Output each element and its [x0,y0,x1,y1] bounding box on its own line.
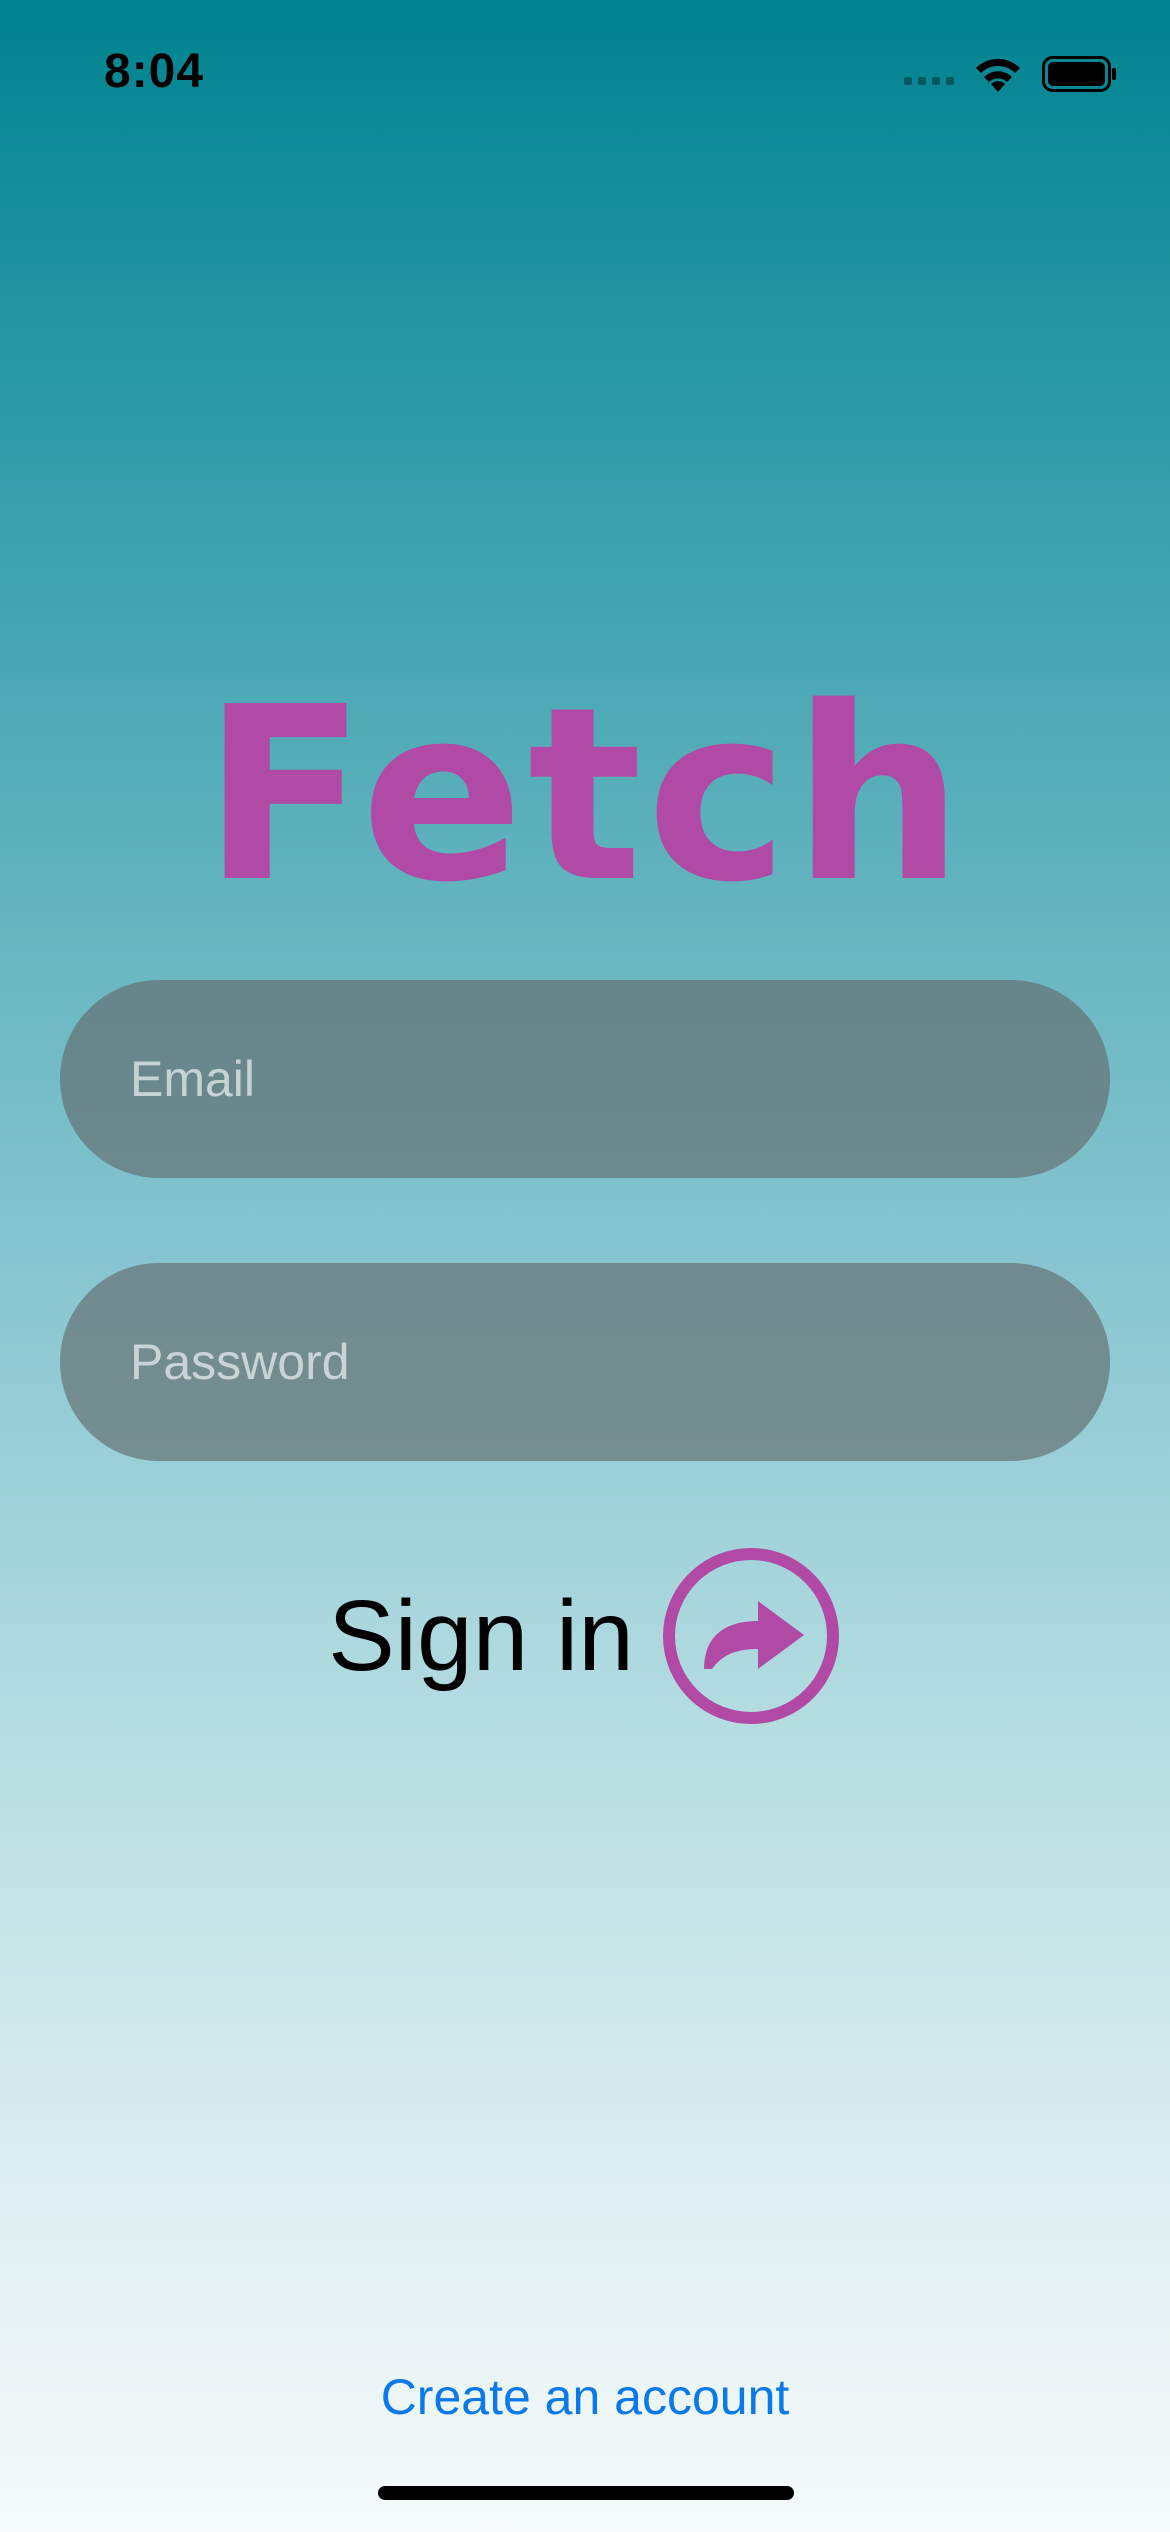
password-input[interactable] [130,1333,1110,1391]
app-title: Fetch [202,655,968,935]
status-icons [904,52,1118,96]
password-field-container[interactable] [60,1263,1110,1461]
status-bar: 8:04 [0,0,1170,150]
wifi-icon [976,58,1020,92]
email-field-container[interactable] [60,980,1110,1178]
arrow-forward-circle-icon[interactable] [660,1545,842,1727]
email-input[interactable] [130,1050,1110,1108]
battery-icon [1042,56,1116,92]
home-indicator[interactable] [378,2486,794,2500]
sign-in-label[interactable]: Sign in [328,1586,634,1686]
create-account-link[interactable]: Create an account [0,2368,1170,2426]
status-time: 8:04 [104,45,205,98]
cellular-signal-icon [904,77,954,85]
sign-in-button[interactable]: Sign in [0,1545,1170,1727]
